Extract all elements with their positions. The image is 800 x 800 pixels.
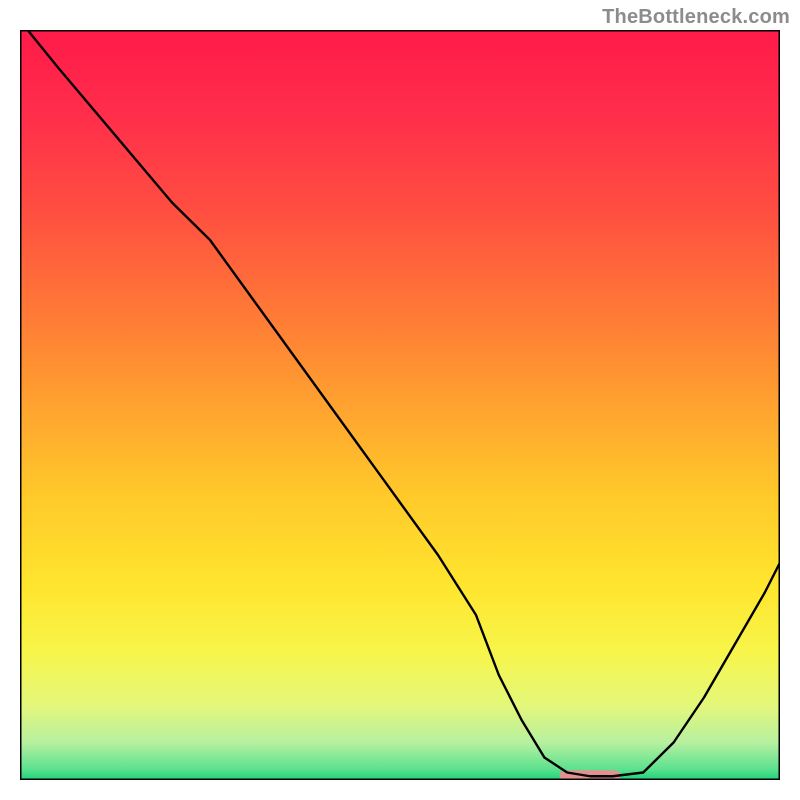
bottleneck-chart xyxy=(0,0,800,800)
watermark-text: TheBottleneck.com xyxy=(602,6,790,29)
gradient-background xyxy=(20,30,780,780)
chart-container: TheBottleneck.com xyxy=(0,0,800,800)
plot-area xyxy=(20,30,780,782)
